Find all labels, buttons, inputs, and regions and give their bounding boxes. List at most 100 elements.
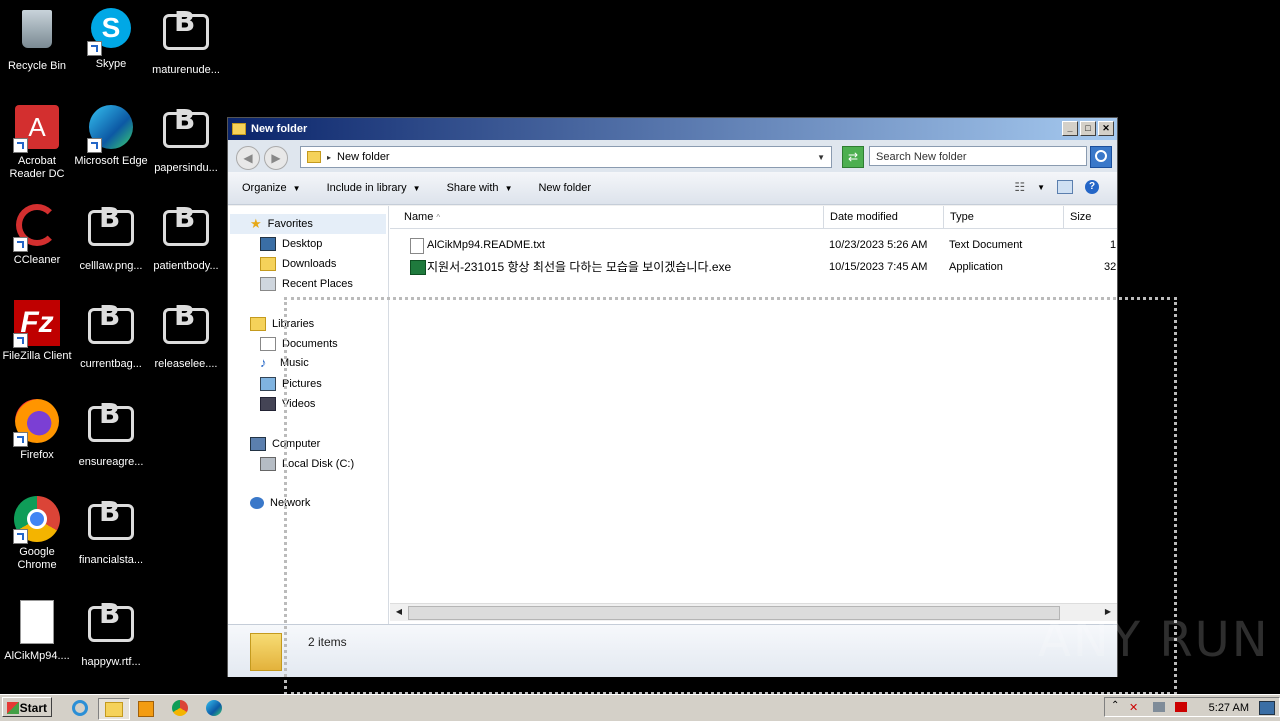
network-icon[interactable] [1153,702,1165,712]
generic-file-icon [162,112,210,160]
maximize-button[interactable]: □ [1080,121,1096,136]
clock[interactable]: 5:27 AM [1209,702,1249,714]
nav-computer[interactable]: Computer [250,437,320,451]
address-bar[interactable]: ▸ New folder ▼ [300,146,832,168]
filezilla-icon: Fz [13,300,61,348]
nav-recent-places[interactable]: Recent Places [260,277,353,291]
view-options-icon[interactable]: ☷ [1014,180,1025,194]
details-pane: 2 items [228,624,1117,677]
desktop-icon-file[interactable]: papersindu... [149,104,223,175]
search-input[interactable]: Search New folder [869,146,1087,166]
nav-pictures[interactable]: Pictures [260,377,322,391]
folder-icon [250,633,282,671]
start-button[interactable]: Start [2,697,52,717]
internet-explorer-icon[interactable] [68,698,92,718]
desktop-icon-ccleaner[interactable]: CCleaner [0,202,74,267]
sound-muted-icon[interactable]: ✕ [1129,701,1138,714]
desktop-icon-file[interactable]: releaselee.... [149,300,223,371]
file-row[interactable]: AlCikMp94.README.txt 10/23/2023 5:26 AM … [390,235,1117,255]
nav-documents[interactable]: Documents [260,337,338,351]
refresh-button[interactable]: ⇄ [842,146,864,168]
desktop-icon-label: Recycle Bin [7,60,67,72]
chevron-down-icon[interactable]: ▼ [817,153,825,162]
desktop-icon-label: Acrobat Reader DC [9,155,65,180]
desktop-icon-acrobat[interactable]: A Acrobat Reader DC [0,104,74,181]
desktop-icon-file[interactable]: ensureagre... [74,398,148,469]
minimize-button[interactable]: _ [1062,121,1078,136]
chrome-icon[interactable] [168,698,192,718]
desktop-icon-skype[interactable]: S Skype [74,6,148,71]
content-area: ★ Favorites Desktop Downloads Recent Pla… [228,206,1117,624]
show-desktop-button[interactable] [1259,701,1275,715]
nav-label: Network [270,497,311,509]
organize-menu[interactable]: Organize ▼ [242,182,301,194]
back-button[interactable]: ◀ [236,146,260,170]
desktop-icon-edge[interactable]: Microsoft Edge [74,104,148,168]
scrollbar-thumb[interactable] [408,606,1060,620]
nav-libraries[interactable]: Libraries [250,317,314,331]
desktop-icon-label: ensureagre... [78,456,144,468]
nav-videos[interactable]: Videos [260,397,315,411]
desktop-icon-label: CCleaner [13,254,61,266]
horizontal-scrollbar[interactable]: ◀ ▶ [390,603,1117,621]
nav-label: Favorites [267,218,313,230]
desktop-icon-filezilla[interactable]: Fz FileZilla Client [0,300,74,363]
desktop-icon-file[interactable]: maturenude... [149,6,223,77]
file-date: 10/23/2023 5:26 AM [829,239,928,251]
nav-local-disk[interactable]: Local Disk (C:) [260,457,354,471]
column-name[interactable]: Name ^ [398,206,824,228]
address-text: New folder [337,151,390,163]
file-row[interactable]: 지원서-231015 항상 최선을 다하는 모습을 보이겠습니다.exe 10/… [390,257,1117,277]
action-center-icon[interactable] [1175,702,1187,712]
downloads-icon [260,257,276,271]
explorer-window: New folder _ □ ✕ ◀ ▶ ▸ New folder ▼ ⇄ Se… [227,117,1118,677]
desktop-icon-file[interactable]: financialsta... [74,496,148,567]
include-in-library-menu[interactable]: Include in library ▼ [327,182,421,194]
scroll-left-icon[interactable]: ◀ [392,606,406,618]
chevron-right-icon: ▸ [327,152,332,162]
nav-desktop[interactable]: Desktop [260,237,322,251]
nav-music[interactable]: ♪ Music [260,356,309,369]
desktop-icon-label: Firefox [20,449,54,461]
title-bar[interactable]: New folder _ □ ✕ [228,118,1117,140]
desktop-icon-file[interactable]: celllaw.png... [74,202,148,273]
search-icon[interactable] [1090,146,1112,168]
preview-pane-icon[interactable] [1057,180,1073,194]
file-type: Text Document [949,239,1023,251]
chevron-up-icon[interactable]: ⌃ [1111,700,1119,711]
column-type[interactable]: Type [944,206,1064,228]
chrome-icon [13,496,61,544]
column-headers: Name ^ Date modified Type Size [390,206,1117,229]
star-icon: ★ [250,216,262,231]
desktop-icon-label: celllaw.png... [79,260,143,272]
share-with-menu[interactable]: Share with ▼ [447,182,513,194]
desktop-icon-label: releaselee.... [154,358,218,370]
help-icon[interactable]: ? [1085,180,1099,194]
desktop-icon-label: Google Chrome [17,546,57,571]
column-size[interactable]: Size [1064,206,1124,228]
desktop-icon-recycle-bin[interactable]: Recycle Bin [0,6,74,73]
desktop-icon-readme[interactable]: AlCikMp94.... [0,598,74,663]
desktop-icon-firefox[interactable]: Firefox [0,398,74,462]
taskbar: Start ⌃ ✕ 5:27 AM [0,694,1280,721]
chevron-down-icon[interactable]: ▼ [1037,183,1045,192]
nav-favorites[interactable]: ★ Favorites [230,214,386,234]
forward-button[interactable]: ▶ [264,146,288,170]
desktop-icon-chrome[interactable]: Google Chrome [0,496,74,572]
item-count: 2 items [308,635,347,649]
explorer-taskbar-icon[interactable] [98,698,130,720]
folder-icon [307,151,321,163]
generic-file-icon [87,210,135,258]
nav-network[interactable]: Network [250,497,310,509]
desktop-icon-file[interactable]: patientbody... [149,202,223,273]
desktop-icon-file[interactable]: happyw.rtf... [74,598,148,669]
nav-downloads[interactable]: Downloads [260,257,336,271]
videos-icon [260,397,276,411]
close-button[interactable]: ✕ [1098,121,1114,136]
file-name: 지원서-231015 항상 최선을 다하는 모습을 보이겠습니다.exe [427,260,732,274]
edge-icon[interactable] [202,698,226,718]
new-folder-button[interactable]: New folder [538,182,591,194]
desktop-icon-file[interactable]: currentbag... [74,300,148,371]
column-date-modified[interactable]: Date modified [824,206,944,228]
media-player-icon[interactable] [134,698,158,718]
